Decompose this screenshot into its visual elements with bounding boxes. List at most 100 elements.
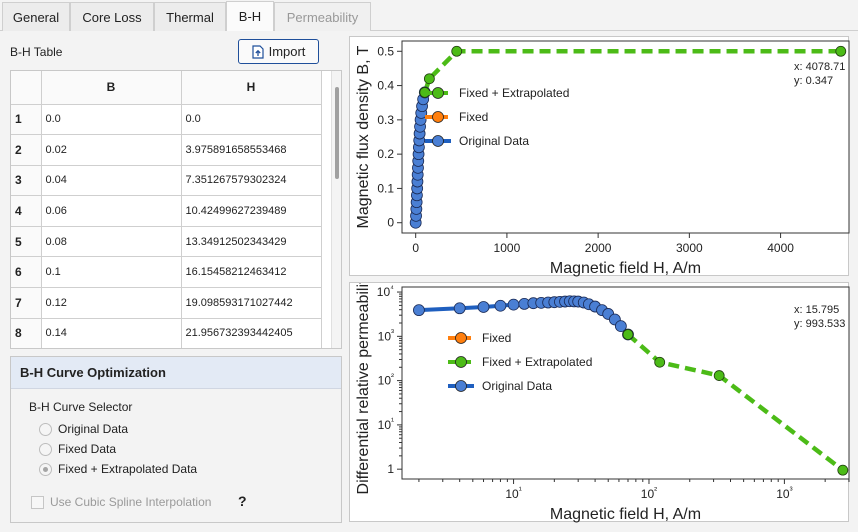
- cell-b[interactable]: 0.08: [41, 226, 182, 258]
- cell-h[interactable]: 3.975891658553468: [181, 134, 322, 166]
- radio-button[interactable]: [39, 422, 52, 436]
- radio-button[interactable]: [39, 442, 52, 456]
- import-button[interactable]: Import: [238, 39, 319, 64]
- legend-marker: [455, 356, 467, 368]
- optimization-header: B-H Curve Optimization: [11, 357, 341, 389]
- legend-marker: [432, 135, 444, 147]
- permeability-chart[interactable]: 1 10¹ 10² 10³ 10⁴ 10¹ 10² 10³ Magnetic field H, …: [349, 272, 850, 523]
- bh-curve-optimization-panel: B-H Curve Optimization B-H Curve Selecto…: [10, 356, 342, 523]
- row-index[interactable]: 4: [11, 195, 42, 227]
- cell-b[interactable]: 0.06: [41, 195, 182, 227]
- readout-x: x: 4078.71: [794, 61, 845, 73]
- row-index[interactable]: 1: [11, 104, 42, 136]
- cell-h[interactable]: 10.42499627239489: [181, 195, 322, 227]
- help-question-icon[interactable]: ?: [238, 493, 247, 509]
- cell-h[interactable]: 0.0: [181, 104, 322, 136]
- tab-bh[interactable]: B-H: [226, 1, 274, 31]
- cell-b[interactable]: 0.14: [41, 318, 182, 348]
- tab-general[interactable]: General: [2, 2, 70, 31]
- row-index[interactable]: 3: [11, 165, 42, 197]
- extrapolated-data-point: [654, 356, 666, 368]
- original-data-point: [507, 298, 520, 311]
- y-tick-label: 10¹: [378, 416, 394, 432]
- extrapolated-data-point: [622, 329, 634, 340]
- extrapolated-data-point: [451, 45, 463, 57]
- tab-thermal[interactable]: Thermal: [154, 2, 226, 31]
- legend-label: Fixed + Extrapolated: [459, 86, 569, 100]
- table-scrollbar[interactable]: [331, 71, 341, 348]
- radio-button-selected[interactable]: [39, 462, 52, 476]
- cell-h[interactable]: 21.956732393442405: [181, 318, 322, 348]
- scrollbar-thumb[interactable]: [335, 87, 339, 179]
- radio-fixed-extrapolated-data[interactable]: Fixed + Extrapolated Data: [39, 462, 197, 476]
- cell-b[interactable]: 0.0: [41, 104, 182, 136]
- table-row[interactable]: 6 0.1 16.15458212463412: [11, 256, 322, 289]
- bh-table-label: B-H Table: [10, 45, 63, 59]
- row-index[interactable]: 7: [11, 287, 42, 319]
- bh-table[interactable]: B H 1 0.0 0.0 2 0.02 3.975891658553468 3 0.04 7.…: [10, 70, 342, 349]
- y-tick-label: 0.4: [377, 79, 394, 93]
- x-tick-label: 0: [412, 241, 419, 255]
- original-data-point: [413, 304, 425, 317]
- legend-label: Fixed: [459, 110, 488, 124]
- legend-marker: [432, 87, 444, 99]
- cell-h[interactable]: 16.15458212463412: [181, 256, 322, 289]
- row-index[interactable]: 6: [11, 256, 42, 289]
- table-row[interactable]: 8 0.14 21.956732393442405: [11, 318, 322, 348]
- permeability-svg: 1 10¹ 10² 10³ 10⁴ 10¹ 10² 10³ Magnetic field H, …: [355, 272, 850, 523]
- legend-label: Fixed + Extrapolated: [482, 355, 592, 369]
- y-axis-label: Differential relative permeability: [355, 283, 372, 494]
- row-index[interactable]: 8: [11, 318, 42, 348]
- extrapolated-data-point: [713, 370, 725, 381]
- cubic-spline-checkbox[interactable]: [31, 495, 44, 509]
- original-data-point: [477, 301, 490, 313]
- cell-b[interactable]: 0.1: [41, 256, 182, 289]
- y-tick-label: 0.2: [377, 147, 394, 161]
- table-row[interactable]: 7 0.12 19.098593171027442: [11, 287, 322, 319]
- x-tick-label: 10²: [641, 485, 657, 501]
- table-row[interactable]: 2 0.02 3.975891658553468: [11, 134, 322, 166]
- table-row[interactable]: 3 0.04 7.351267579302324: [11, 165, 322, 197]
- tab-permeability[interactable]: Permeability: [274, 2, 371, 31]
- table-row[interactable]: 4 0.06 10.42499627239489: [11, 195, 322, 227]
- cell-h[interactable]: 7.351267579302324: [181, 165, 322, 197]
- cell-b[interactable]: 0.02: [41, 134, 182, 166]
- y-tick-label: 10²: [378, 372, 394, 388]
- legend-label: Original Data: [482, 379, 552, 393]
- row-index[interactable]: 5: [11, 226, 42, 258]
- cell-h[interactable]: 13.34912502343429: [181, 226, 322, 258]
- radio-fixed-data[interactable]: Fixed Data: [39, 442, 116, 456]
- cell-h[interactable]: 19.098593171027442: [181, 287, 322, 319]
- table-row[interactable]: 1 0.0 0.0: [11, 104, 322, 136]
- legend-label: Fixed: [482, 331, 511, 345]
- cubic-spline-checkbox-row[interactable]: Use Cubic Spline Interpolation: [31, 495, 211, 509]
- y-axis-label: Magnetic flux density B, T: [355, 45, 372, 228]
- column-header-h[interactable]: H: [181, 71, 322, 105]
- x-axis-label: Magnetic field H, A/m: [550, 260, 701, 277]
- x-tick-label: 10¹: [505, 485, 521, 501]
- readout-x: x: 15.795: [794, 304, 839, 316]
- tab-core-loss[interactable]: Core Loss: [70, 2, 154, 31]
- x-axis-label: Magnetic field H, A/m: [550, 506, 701, 523]
- cell-b[interactable]: 0.12: [41, 287, 182, 319]
- import-label: Import: [268, 44, 306, 59]
- y-tick-label: 10⁴: [377, 283, 394, 299]
- bh-curve-chart[interactable]: 0 0.1 0.2 0.3 0.4 0.5 0 1000 2000 3000 4000 Magneti…: [349, 36, 850, 277]
- y-tick-label: 0.3: [377, 113, 394, 127]
- x-tick-label: 1000: [494, 241, 521, 255]
- y-tick-label: 0: [387, 216, 394, 230]
- radio-original-data[interactable]: Original Data: [39, 422, 128, 436]
- cell-b[interactable]: 0.04: [41, 165, 182, 197]
- column-header-b[interactable]: B: [41, 71, 182, 105]
- x-tick-label: 3000: [676, 241, 703, 255]
- table-row[interactable]: 5 0.08 13.34912502343429: [11, 226, 322, 258]
- legend-marker: [455, 332, 467, 344]
- plot-area: [401, 286, 850, 480]
- y-tick-label: 0.5: [377, 44, 394, 58]
- readout-y: y: 993.533: [794, 318, 845, 330]
- x-tick-label: 4000: [767, 241, 794, 255]
- legend-marker: [455, 380, 467, 392]
- legend-marker: [432, 111, 444, 123]
- import-file-icon: [251, 44, 264, 59]
- row-index[interactable]: 2: [11, 134, 42, 166]
